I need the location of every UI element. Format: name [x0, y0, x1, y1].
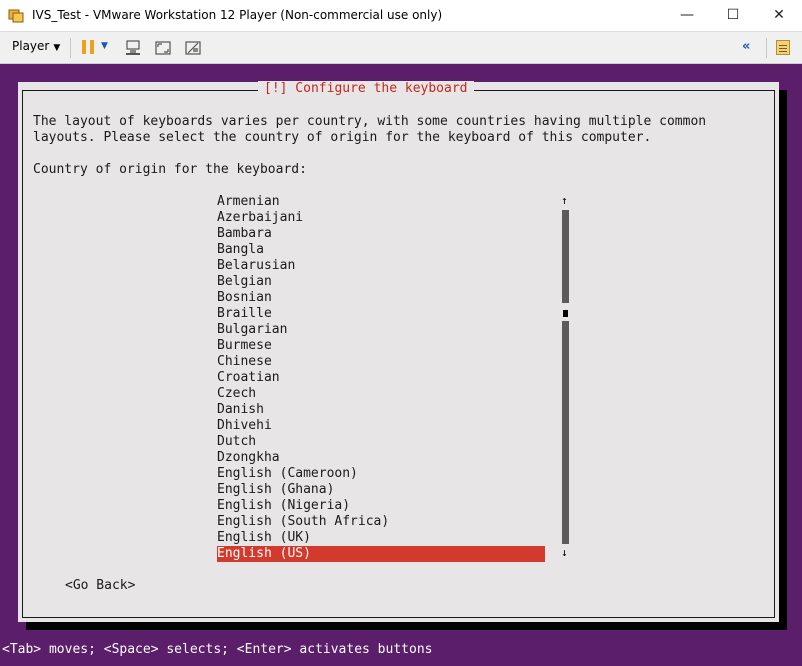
list-item[interactable]: English (UK)	[217, 530, 545, 546]
go-back-button[interactable]: <Go Back>	[65, 578, 135, 594]
unity-mode-icon[interactable]	[184, 39, 202, 57]
vmware-app-icon	[8, 9, 24, 23]
list-item[interactable]: Bulgarian	[217, 322, 545, 338]
toolbar-divider	[766, 38, 767, 58]
player-toolbar: Player ▼ ▼ «	[0, 32, 802, 64]
send-ctrl-alt-del-icon[interactable]	[124, 39, 142, 57]
player-menu-label: Player	[12, 39, 50, 53]
scrollbar-thumb[interactable]	[563, 310, 568, 317]
installer-status-bar: <Tab> moves; <Space> selects; <Enter> ac…	[2, 642, 433, 657]
list-item[interactable]: Chinese	[217, 354, 545, 370]
list-item[interactable]: Braille	[217, 306, 545, 322]
list-item[interactable]: Armenian	[217, 194, 545, 210]
list-item[interactable]: English (Nigeria)	[217, 498, 545, 514]
pause-icon[interactable]	[82, 40, 94, 54]
list-item-selected[interactable]: English (US)	[217, 546, 545, 562]
list-item[interactable]: Belgian	[217, 274, 545, 290]
description-line-1: The layout of keyboards varies per count…	[33, 114, 707, 129]
list-item[interactable]: English (Cameroon)	[217, 466, 545, 482]
country-list[interactable]: Armenian Azerbaijani Bambara Bangla Belarusi…	[217, 194, 545, 562]
list-item[interactable]: Dzongkha	[217, 450, 545, 466]
list-item[interactable]: English (South Africa)	[217, 514, 545, 530]
list-item[interactable]: Belarusian	[217, 258, 545, 274]
maximize-button[interactable]: ☐	[710, 0, 756, 31]
player-menu-button[interactable]: Player ▼	[12, 39, 60, 53]
notes-icon[interactable]	[776, 40, 790, 55]
window-title-bar: IVS_Test - VMware Workstation 12 Player …	[0, 0, 802, 32]
window-title: IVS_Test - VMware Workstation 12 Player …	[32, 8, 443, 22]
pause-menu-chevron-icon[interactable]: ▼	[101, 41, 108, 51]
list-item[interactable]: Croatian	[217, 370, 545, 386]
scroll-up-arrow-icon[interactable]: ↑	[561, 194, 571, 207]
list-item[interactable]: Bangla	[217, 242, 545, 258]
scroll-down-arrow-icon[interactable]: ↓	[561, 546, 571, 559]
list-item[interactable]: Dutch	[217, 434, 545, 450]
close-button[interactable]: ✕	[756, 0, 802, 31]
list-item[interactable]: Danish	[217, 402, 545, 418]
list-item[interactable]: Azerbaijani	[217, 210, 545, 226]
list-scrollbar[interactable]	[562, 210, 569, 544]
keyboard-country-prompt: Country of origin for the keyboard:	[33, 162, 307, 177]
fullscreen-icon[interactable]	[154, 39, 172, 57]
minimize-button[interactable]: —	[664, 0, 710, 31]
description-line-2: layouts. Please select the country of or…	[33, 130, 652, 145]
list-item[interactable]: Bosnian	[217, 290, 545, 306]
list-item[interactable]: Bambara	[217, 226, 545, 242]
toolbar-divider	[70, 38, 71, 58]
list-item[interactable]: English (Ghana)	[217, 482, 545, 498]
dialog-title: [!] Configure the keyboard	[258, 81, 474, 97]
list-item[interactable]: Burmese	[217, 338, 545, 354]
collapse-sidebar-icon[interactable]: «	[742, 39, 750, 54]
list-item[interactable]: Czech	[217, 386, 545, 402]
list-item[interactable]: Dhivehi	[217, 418, 545, 434]
chevron-down-icon: ▼	[53, 43, 61, 53]
